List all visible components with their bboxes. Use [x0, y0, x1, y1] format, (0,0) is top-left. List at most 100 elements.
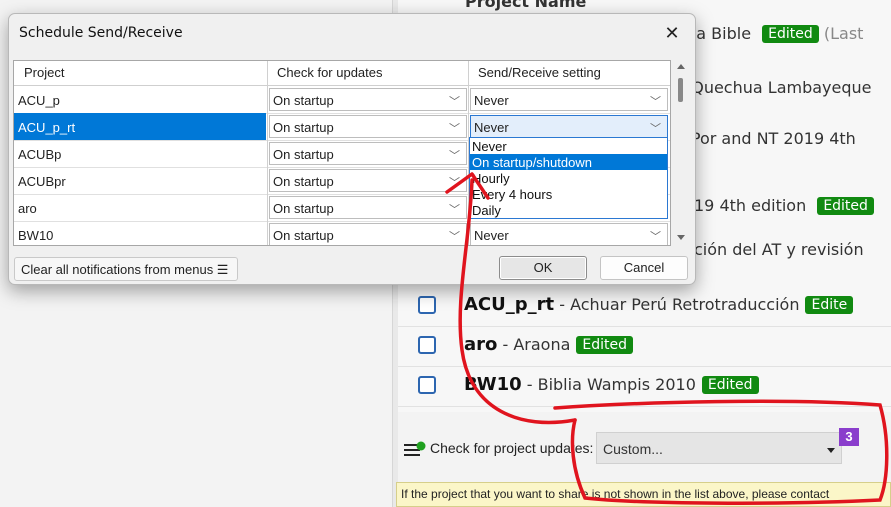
- combo-value: Never: [474, 120, 509, 135]
- column-divider: [267, 61, 268, 245]
- grid-header: Project Check for updates Send/Receive s…: [14, 61, 670, 86]
- dialog-title: Schedule Send/Receive: [19, 25, 183, 41]
- project-cell-text: ACUBp: [18, 147, 62, 162]
- cancel-button[interactable]: Cancel: [600, 256, 688, 280]
- last-updated-text: (Last: [823, 24, 864, 43]
- step-badge: 3: [839, 428, 859, 446]
- column-header-project[interactable]: Project: [24, 65, 64, 80]
- table-row[interactable]: BW10 On startup ﹀ Never ﹀: [14, 221, 670, 245]
- project-name-text: 19 4th edition: [694, 196, 807, 215]
- table-row[interactable]: ACU_p On startup ﹀ Never ﹀: [14, 86, 670, 114]
- check-updates-combo[interactable]: On startup ﹀: [269, 196, 467, 219]
- dropdown-option-text: Daily: [472, 203, 501, 218]
- combo-value: Never: [474, 228, 509, 243]
- notification-menu-icon[interactable]: [404, 441, 426, 457]
- project-cell-text: ACUBpr: [18, 174, 66, 189]
- project-code: ACU_p_rt: [464, 294, 555, 315]
- edited-badge: Edited: [576, 336, 634, 354]
- combo-value: On startup: [273, 93, 334, 108]
- project-checkbox[interactable]: [418, 336, 436, 354]
- project-name-text: - Biblia Wampis 2010: [526, 375, 696, 394]
- column-header-send[interactable]: Send/Receive setting: [478, 65, 601, 80]
- caret-down-icon: [827, 448, 835, 453]
- combo-value: On startup: [273, 228, 334, 243]
- project-cell-text: ACU_p_rt: [18, 120, 76, 135]
- edited-badge: Edite: [805, 296, 854, 314]
- check-updates-combo[interactable]: On startup ﹀: [269, 169, 467, 192]
- send-receive-combo-open[interactable]: Never ﹀: [470, 115, 668, 138]
- chevron-down-icon: ﹀: [650, 123, 661, 135]
- project-cell[interactable]: ACUBpr: [14, 167, 266, 194]
- combo-value: On startup: [273, 174, 334, 189]
- column-header-check[interactable]: Check for updates: [277, 65, 383, 80]
- combo-value: On startup: [273, 120, 334, 135]
- project-row[interactable]: aro - Araona Edited: [398, 326, 891, 367]
- project-row[interactable]: ACU_p_rt - Achuar Perú Retrotraducción Ed…: [398, 286, 891, 327]
- project-checkbox[interactable]: [418, 296, 436, 314]
- edited-badge: Edited: [762, 25, 819, 43]
- dropdown-option[interactable]: Every 4 hours: [470, 186, 667, 202]
- info-message: If the project that you want to share is…: [396, 482, 891, 507]
- scroll-down-icon[interactable]: [677, 235, 685, 240]
- dropdown-option[interactable]: Never: [470, 138, 667, 154]
- scrollbar-thumb[interactable]: [678, 78, 683, 102]
- project-cell-selected[interactable]: ACU_p_rt: [14, 113, 266, 140]
- check-updates-combo[interactable]: On startup ﹀: [269, 142, 467, 165]
- clear-notifications-label: Clear all notifications from menus ☰: [21, 262, 229, 277]
- chevron-down-icon: ﹀: [650, 96, 661, 108]
- send-receive-combo[interactable]: Never ﹀: [470, 223, 668, 245]
- dropdown-option-text: On startup/shutdown: [472, 155, 592, 170]
- combo-value: On startup: [273, 201, 334, 216]
- close-icon[interactable]: ✕: [659, 20, 685, 46]
- project-cell-text: ACU_p: [18, 93, 60, 108]
- scroll-up-icon[interactable]: [677, 64, 685, 69]
- project-code: BW10: [464, 374, 522, 395]
- clear-notifications-button[interactable]: Clear all notifications from menus ☰: [14, 257, 238, 281]
- combo-value: On startup: [273, 147, 334, 162]
- send-receive-combo[interactable]: Never ﹀: [470, 88, 668, 111]
- check-updates-label: Check for project updates:: [430, 440, 594, 456]
- check-updates-value: Custom...: [603, 441, 663, 457]
- project-row-fragment-3: T Por and NT 2019 4th: [676, 129, 856, 148]
- dropdown-option-text: Hourly: [472, 171, 510, 186]
- dropdown-option-text: Every 4 hours: [472, 187, 553, 202]
- dropdown-option[interactable]: Hourly: [470, 170, 667, 186]
- project-name-text: - Achuar Perú Retrotraducción: [559, 295, 800, 314]
- project-row-fragment-1: hua Bible Edited (Last: [676, 24, 863, 43]
- project-code: aro: [464, 334, 498, 355]
- project-cell[interactable]: BW10: [14, 221, 266, 245]
- check-updates-combo[interactable]: On startup ﹀: [269, 88, 467, 111]
- chevron-down-icon: ﹀: [449, 177, 460, 189]
- project-name-text: - Araona: [502, 335, 571, 354]
- project-row[interactable]: BW10 - Biblia Wampis 2010 Edited: [398, 366, 891, 407]
- dropdown-option-highlighted[interactable]: On startup/shutdown: [470, 154, 667, 170]
- project-row-fragment-5: ción del AT y revisión: [694, 240, 864, 259]
- edited-badge: Edited: [701, 376, 759, 394]
- project-cell-text: aro: [18, 201, 37, 216]
- project-cell-text: BW10: [18, 228, 54, 243]
- chevron-down-icon: ﹀: [449, 150, 460, 162]
- ok-button[interactable]: OK: [499, 256, 587, 280]
- info-message-text: If the project that you want to share is…: [401, 487, 830, 501]
- send-receive-dropdown-list: Never On startup/shutdown Hourly Every 4…: [469, 137, 668, 219]
- project-cell[interactable]: aro: [14, 194, 266, 221]
- dropdown-option[interactable]: Daily: [470, 202, 667, 218]
- project-checkbox[interactable]: [418, 376, 436, 394]
- dropdown-option-text: Never: [472, 139, 507, 154]
- chevron-down-icon: ﹀: [449, 204, 460, 216]
- edited-badge: Edited: [817, 197, 874, 215]
- project-cell[interactable]: ACUBp: [14, 140, 266, 167]
- chevron-down-icon: ﹀: [449, 231, 460, 243]
- project-name-header[interactable]: Project Name: [465, 0, 586, 11]
- check-updates-select[interactable]: Custom...: [596, 432, 842, 464]
- project-row-fragment-2: n Quechua Lambayeque: [676, 78, 872, 97]
- check-updates-combo[interactable]: On startup ﹀: [269, 223, 467, 245]
- chevron-down-icon: ﹀: [449, 123, 460, 135]
- chevron-down-icon: ﹀: [650, 231, 661, 243]
- check-updates-combo[interactable]: On startup ﹀: [269, 115, 467, 138]
- combo-value: Never: [474, 93, 509, 108]
- project-row-fragment-4: 19 4th edition Edited: [694, 196, 874, 215]
- chevron-down-icon: ﹀: [449, 96, 460, 108]
- grid-scrollbar[interactable]: [673, 60, 689, 244]
- project-cell[interactable]: ACU_p: [14, 86, 266, 113]
